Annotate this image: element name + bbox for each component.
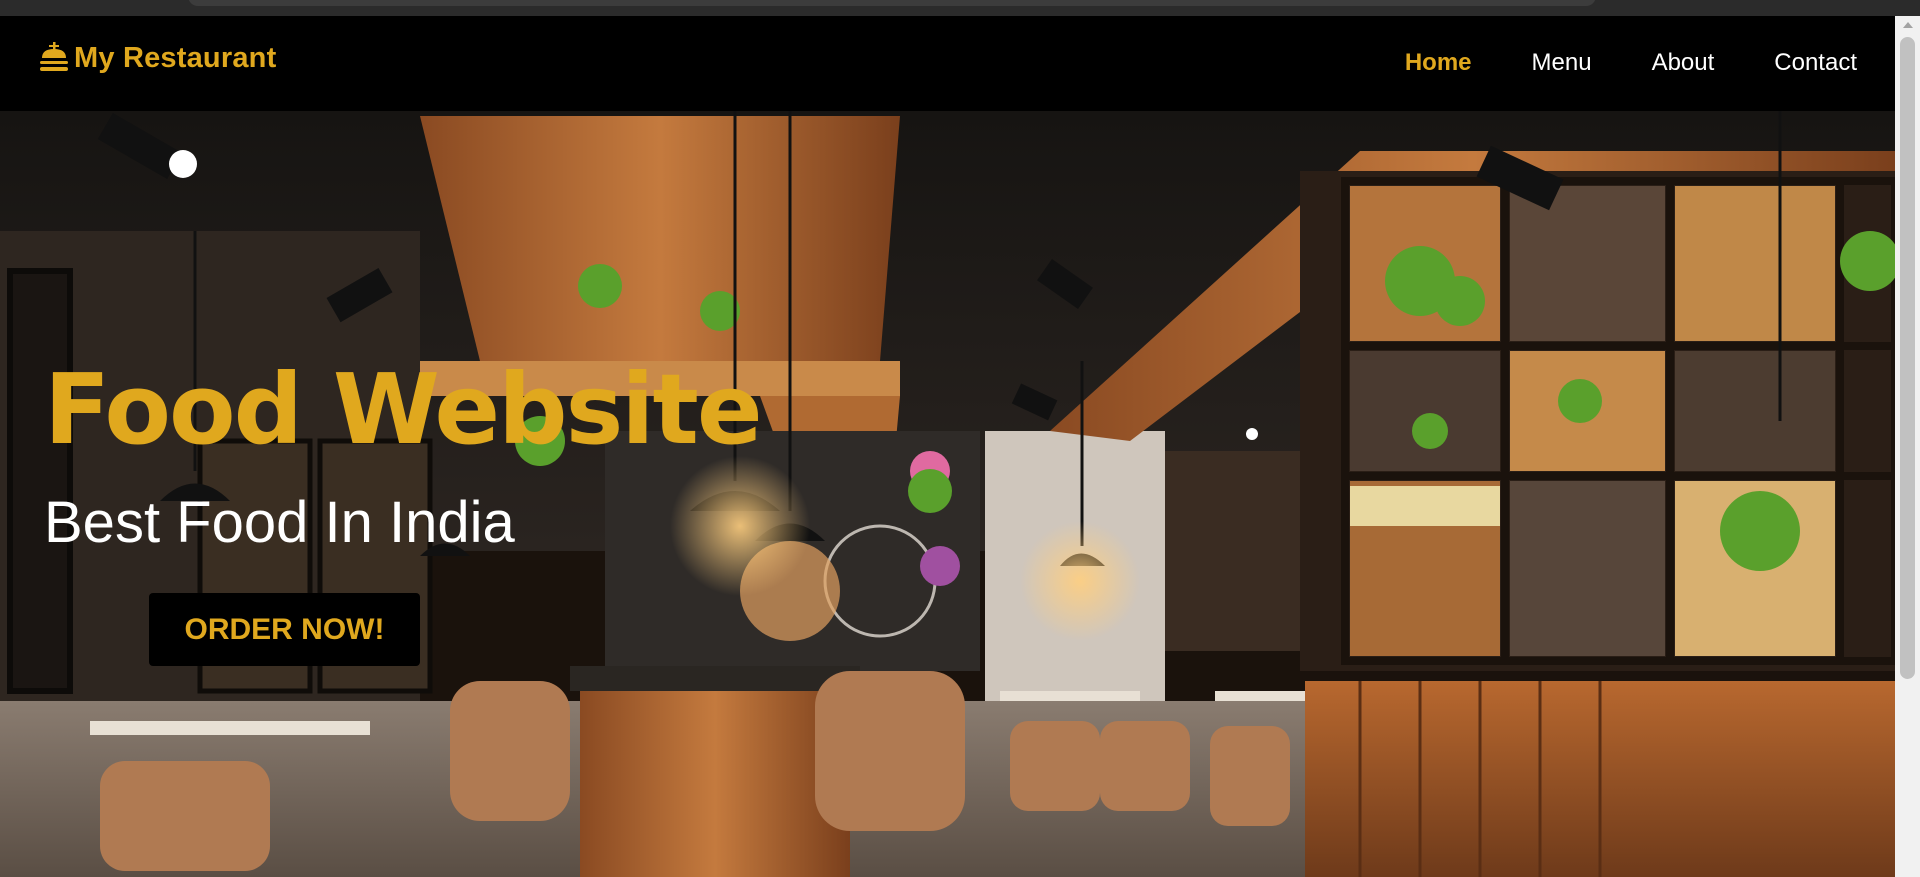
page-viewport: My Restaurant Home Menu About Contact Fo…	[0, 16, 1895, 877]
navbar: My Restaurant Home Menu About Contact	[0, 16, 1895, 111]
nav-home-link[interactable]: Home	[1405, 49, 1472, 77]
nav-menu-link[interactable]: Menu	[1532, 49, 1592, 77]
hero-section: Food Website Best Food In India ORDER NO…	[0, 111, 1895, 877]
hero-subtitle: Best Food In India	[44, 490, 515, 555]
hero-title: Food Website	[44, 353, 763, 466]
nav-about-link[interactable]: About	[1652, 49, 1715, 77]
burger-icon	[40, 42, 68, 71]
browser-tab-strip	[0, 0, 1920, 16]
brand-name: My Restaurant	[74, 41, 277, 74]
nav-menu: Home Menu About Contact	[1345, 49, 1857, 77]
scrollbar-thumb[interactable]	[1900, 37, 1915, 679]
nav-contact-link[interactable]: Contact	[1774, 49, 1857, 77]
scroll-up-arrow-icon[interactable]	[1903, 22, 1913, 28]
order-now-button[interactable]: ORDER NOW!	[149, 593, 420, 666]
vertical-scrollbar[interactable]	[1895, 16, 1920, 877]
address-bar-edge	[188, 0, 1596, 6]
brand-logo[interactable]: My Restaurant	[36, 38, 276, 78]
